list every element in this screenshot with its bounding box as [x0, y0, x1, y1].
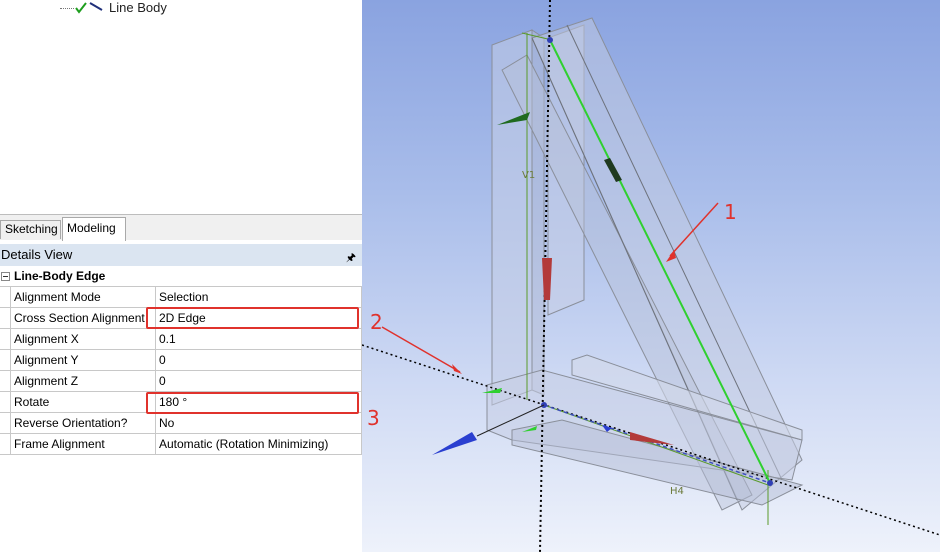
- group-label: Line-Body Edge: [14, 269, 106, 283]
- tree-item-line-body[interactable]: Line Body: [60, 0, 167, 16]
- group-row-line-body-edge: Line-Body Edge: [0, 266, 362, 287]
- dim-label-h4: H4: [670, 486, 684, 497]
- prop-value[interactable]: No: [156, 413, 362, 433]
- prop-row-alignment-y: Alignment Y 0: [0, 350, 362, 371]
- details-view-header: Details View 🖈: [0, 244, 362, 266]
- annotation-number-3: 3: [367, 406, 380, 430]
- highlight-rotate: [146, 392, 359, 414]
- prop-value[interactable]: 0: [156, 371, 362, 391]
- prop-name: Reverse Orientation?: [10, 413, 156, 433]
- annotation-number-1: 1: [724, 200, 737, 224]
- prop-row-alignment-x: Alignment X 0.1: [0, 329, 362, 350]
- prop-name: Alignment X: [10, 329, 156, 349]
- prop-name: Cross Section Alignment: [10, 308, 156, 328]
- prop-value[interactable]: Selection: [156, 287, 362, 307]
- prop-name: Rotate: [10, 392, 156, 412]
- dim-label-v1: V1: [522, 170, 535, 181]
- prop-row-alignment-z: Alignment Z 0: [0, 371, 362, 392]
- tab-sketching[interactable]: Sketching: [0, 220, 61, 239]
- collapse-icon[interactable]: [1, 271, 10, 281]
- tree-connector: [60, 7, 74, 9]
- green-check-icon: [75, 2, 87, 14]
- 3d-viewport[interactable]: V1 H4: [362, 0, 940, 552]
- prop-row-alignment-mode: Alignment Mode Selection: [0, 287, 362, 308]
- prop-name: Alignment Z: [10, 371, 156, 391]
- prop-value[interactable]: Automatic (Rotation Minimizing): [156, 434, 362, 454]
- details-view-title: Details View: [1, 247, 73, 262]
- model-view: V1 H4: [362, 0, 940, 552]
- prop-name: Alignment Mode: [10, 287, 156, 307]
- details-table: Line-Body Edge Alignment Mode Selection …: [0, 266, 362, 455]
- prop-value[interactable]: 0.1: [156, 329, 362, 349]
- tree-item-label: Line Body: [109, 0, 167, 15]
- prop-value[interactable]: 0: [156, 350, 362, 370]
- highlight-cross-section-alignment: [146, 307, 359, 329]
- prop-row-frame-alignment: Frame Alignment Automatic (Rotation Mini…: [0, 434, 362, 455]
- prop-name: Alignment Y: [10, 350, 156, 370]
- left-panel: Line Body Sketching Modeling Details Vie…: [0, 0, 362, 552]
- tree-outline: Line Body: [0, 0, 362, 214]
- prop-name: Frame Alignment: [10, 434, 156, 454]
- annotation-number-2: 2: [370, 310, 383, 334]
- tab-strip: Sketching Modeling: [0, 214, 362, 241]
- tab-modeling[interactable]: Modeling: [62, 217, 126, 241]
- prop-row-reverse-orientation: Reverse Orientation? No: [0, 413, 362, 434]
- line-body-icon: [89, 2, 103, 11]
